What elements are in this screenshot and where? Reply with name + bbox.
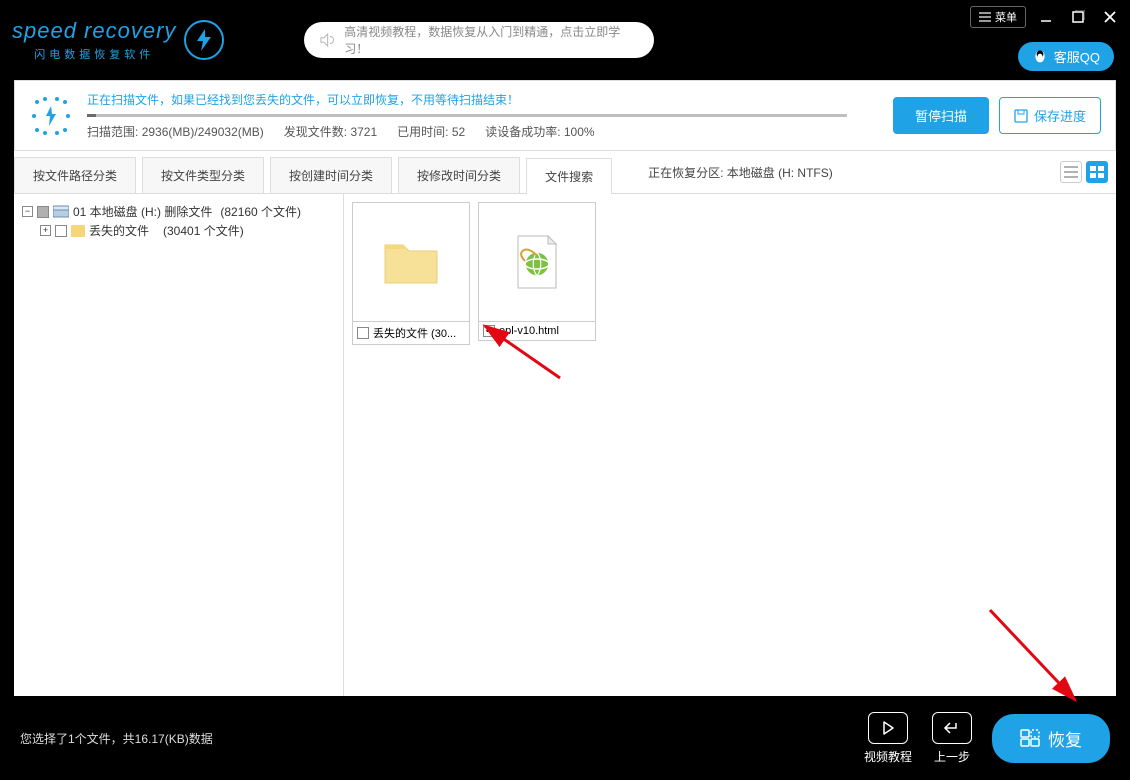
hamburger-icon xyxy=(979,12,991,22)
child-checkbox[interactable] xyxy=(55,225,67,237)
expand-icon[interactable]: + xyxy=(40,225,51,236)
folder-icon xyxy=(71,225,85,237)
tree-root[interactable]: − 01 本地磁盘 (H:) 删除文件 (82160 个文件) xyxy=(22,202,335,221)
close-button[interactable] xyxy=(1098,7,1122,27)
list-view-toggle[interactable] xyxy=(1060,161,1082,183)
scanning-icon xyxy=(29,94,73,138)
play-icon xyxy=(879,719,897,737)
pause-scan-button[interactable]: 暂停扫描 xyxy=(893,97,989,134)
qq-icon xyxy=(1032,49,1048,65)
recover-icon xyxy=(1020,729,1040,747)
tile2-label: epl-v10.html xyxy=(499,325,559,337)
tutorial-link[interactable]: 高清视频教程，数据恢复从入门到精通，点击立即学习！ xyxy=(304,22,654,58)
root-label: 01 本地磁盘 (H:) 删除文件 xyxy=(73,203,212,220)
menu-button[interactable]: 菜单 xyxy=(970,6,1026,28)
tile2-checkbox[interactable] xyxy=(483,325,495,337)
tree-panel: − 01 本地磁盘 (H:) 删除文件 (82160 个文件) + 丢失的文件 … xyxy=(14,194,344,698)
tutorial-text: 高清视频教程，数据恢复从入门到精通，点击立即学习！ xyxy=(344,23,640,57)
drive-icon xyxy=(53,205,69,219)
selection-status: 您选择了1个文件，共16.17(KB)数据 xyxy=(20,730,213,747)
save-progress-button[interactable]: 保存进度 xyxy=(999,97,1101,134)
app-logo: speed recovery 闪电数据恢复软件 xyxy=(12,18,224,62)
save-icon xyxy=(1014,109,1028,123)
scan-range: 2936(MB)/249032(MB) xyxy=(142,125,264,139)
tab-by-type[interactable]: 按文件类型分类 xyxy=(142,157,264,193)
found-count: 3721 xyxy=(350,125,377,139)
file-grid: 丢失的文件 (30... epl-v10.html xyxy=(344,194,1116,698)
minimize-button[interactable] xyxy=(1034,7,1058,27)
collapse-icon[interactable]: − xyxy=(22,206,33,217)
file-tile-folder[interactable]: 丢失的文件 (30... xyxy=(352,202,470,345)
brand-sub: 闪电数据恢复软件 xyxy=(12,46,176,62)
video-tutorial-button[interactable]: 视频教程 xyxy=(864,712,912,765)
back-button[interactable]: 上一步 xyxy=(932,712,972,765)
partition-label: 正在恢复分区: 本地磁盘 (H: NTFS) xyxy=(648,164,833,181)
scan-status-panel: 正在扫描文件，如果已经找到您丢失的文件，可以立即恢复，不用等待扫描结束！ 扫描范… xyxy=(14,80,1116,151)
bottom-bar: 您选择了1个文件，共16.17(KB)数据 视频教程 上一步 恢复 xyxy=(0,696,1130,780)
support-qq-button[interactable]: 客服QQ xyxy=(1018,42,1114,71)
speaker-icon xyxy=(318,31,336,49)
tile1-checkbox[interactable] xyxy=(357,327,369,339)
scan-message: 正在扫描文件，如果已经找到您丢失的文件，可以立即恢复，不用等待扫描结束！ xyxy=(87,91,879,108)
tab-by-create-time[interactable]: 按创建时间分类 xyxy=(270,157,392,193)
tile1-label: 丢失的文件 (30... xyxy=(373,325,456,341)
window-controls: 菜单 xyxy=(970,6,1122,28)
back-icon xyxy=(942,720,962,736)
file-tile-html[interactable]: epl-v10.html xyxy=(478,202,596,341)
scan-info: 正在扫描文件，如果已经找到您丢失的文件，可以立即恢复，不用等待扫描结束！ 扫描范… xyxy=(87,91,879,140)
scan-progress xyxy=(87,114,847,117)
folder-icon xyxy=(383,239,439,285)
tab-file-search[interactable]: 文件搜索 xyxy=(526,158,612,194)
main-content: − 01 本地磁盘 (H:) 删除文件 (82160 个文件) + 丢失的文件 … xyxy=(14,194,1116,698)
child-count: (30401 个文件) xyxy=(163,222,244,239)
tree-child[interactable]: + 丢失的文件 (30401 个文件) xyxy=(40,221,335,240)
success-rate: 100% xyxy=(564,125,595,139)
bolt-icon xyxy=(184,20,224,60)
child-label: 丢失的文件 xyxy=(89,222,149,239)
html-file-icon xyxy=(512,234,562,290)
root-count: (82160 个文件) xyxy=(220,203,301,220)
brand-main: speed recovery xyxy=(12,18,176,43)
tab-by-path[interactable]: 按文件路径分类 xyxy=(14,157,136,193)
filter-tabs: 按文件路径分类 按文件类型分类 按创建时间分类 按修改时间分类 文件搜索 正在恢… xyxy=(14,151,1116,194)
tab-by-modify-time[interactable]: 按修改时间分类 xyxy=(398,157,520,193)
root-checkbox[interactable] xyxy=(37,206,49,218)
title-bar: speed recovery 闪电数据恢复软件 高清视频教程，数据恢复从入门到精… xyxy=(0,0,1130,80)
maximize-button[interactable] xyxy=(1066,7,1090,27)
elapsed-time: 52 xyxy=(452,125,465,139)
grid-view-toggle[interactable] xyxy=(1086,161,1108,183)
recover-button[interactable]: 恢复 xyxy=(992,714,1110,763)
